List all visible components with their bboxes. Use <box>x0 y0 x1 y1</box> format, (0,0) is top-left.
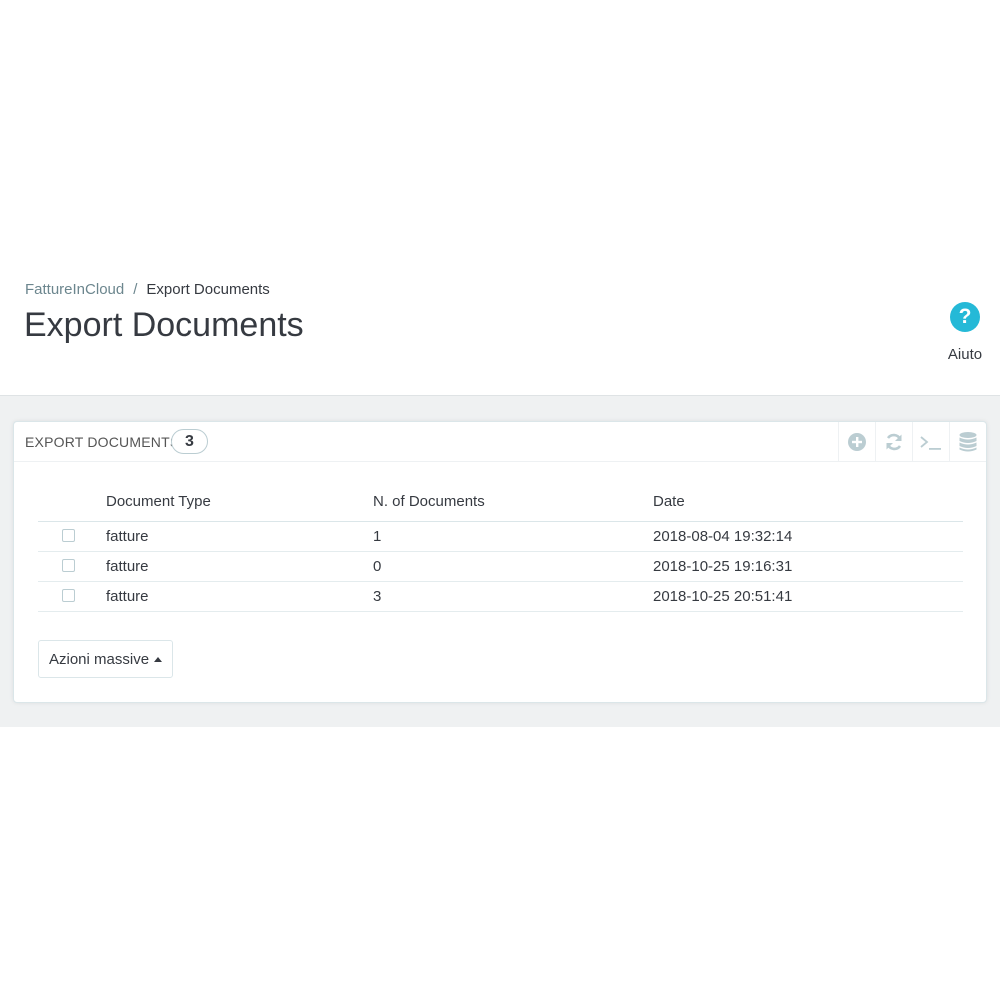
document-count-cell: 3 <box>373 588 382 605</box>
refresh-icon <box>886 433 902 451</box>
table-header: Document Type N. of Documents Date <box>38 482 963 522</box>
document-type-cell: fatture <box>106 588 149 605</box>
document-type-cell: fatture <box>106 528 149 545</box>
column-header-date[interactable]: Date <box>653 493 685 510</box>
count-badge: 3 <box>171 429 208 454</box>
table-row[interactable]: fatture 1 2018-08-04 19:32:14 <box>38 522 963 552</box>
breadcrumb-current: Export Documents <box>146 281 270 298</box>
row-checkbox[interactable] <box>62 529 75 542</box>
refresh-list-button[interactable] <box>875 422 912 462</box>
date-cell: 2018-10-25 19:16:31 <box>653 558 793 575</box>
row-checkbox[interactable] <box>62 589 75 602</box>
show-sql-button[interactable] <box>912 422 949 462</box>
plus-circle-icon <box>848 433 866 451</box>
page-title: Export Documents <box>24 306 304 344</box>
document-type-cell: fatture <box>106 558 149 575</box>
content-area: Export Documents 3 <box>0 395 1000 727</box>
breadcrumb-parent[interactable]: FattureInCloud <box>25 281 124 298</box>
document-count-cell: 1 <box>373 528 382 545</box>
date-cell: 2018-08-04 19:32:14 <box>653 528 793 545</box>
export-sql-manager-button[interactable] <box>949 422 986 462</box>
question-circle-icon: ? <box>950 302 980 332</box>
documents-table: Document Type N. of Documents Date fattu… <box>38 482 963 612</box>
breadcrumb: FattureInCloud / Export Documents <box>25 281 270 298</box>
row-checkbox[interactable] <box>62 559 75 572</box>
export-documents-panel: Export Documents 3 <box>13 421 987 703</box>
date-cell: 2018-10-25 20:51:41 <box>653 588 793 605</box>
caret-up-icon <box>154 656 163 662</box>
breadcrumb-separator: / <box>133 281 138 298</box>
page-header: FattureInCloud / Export Documents Export D… <box>0 270 1000 395</box>
help-label: Aiuto <box>947 346 983 363</box>
page: FattureInCloud / Export Documents Export D… <box>0 0 1000 1000</box>
bulk-actions-button[interactable]: Azioni massive <box>38 640 173 678</box>
table-row[interactable]: fatture 0 2018-10-25 19:16:31 <box>38 552 963 582</box>
add-new-button[interactable] <box>838 422 875 462</box>
panel-title: Export Documents <box>25 434 180 450</box>
panel-heading: Export Documents 3 <box>14 422 986 462</box>
document-count-cell: 0 <box>373 558 382 575</box>
bulk-actions-label: Azioni massive <box>49 650 150 668</box>
table-row[interactable]: fatture 3 2018-10-25 20:51:41 <box>38 582 963 612</box>
database-icon <box>959 432 977 452</box>
column-header-document-type[interactable]: Document Type <box>106 493 211 510</box>
terminal-icon <box>920 436 941 450</box>
panel-toolbar <box>838 422 986 462</box>
column-header-n-of-documents[interactable]: N. of Documents <box>373 493 485 510</box>
help-button[interactable]: ? Aiuto <box>940 300 990 370</box>
